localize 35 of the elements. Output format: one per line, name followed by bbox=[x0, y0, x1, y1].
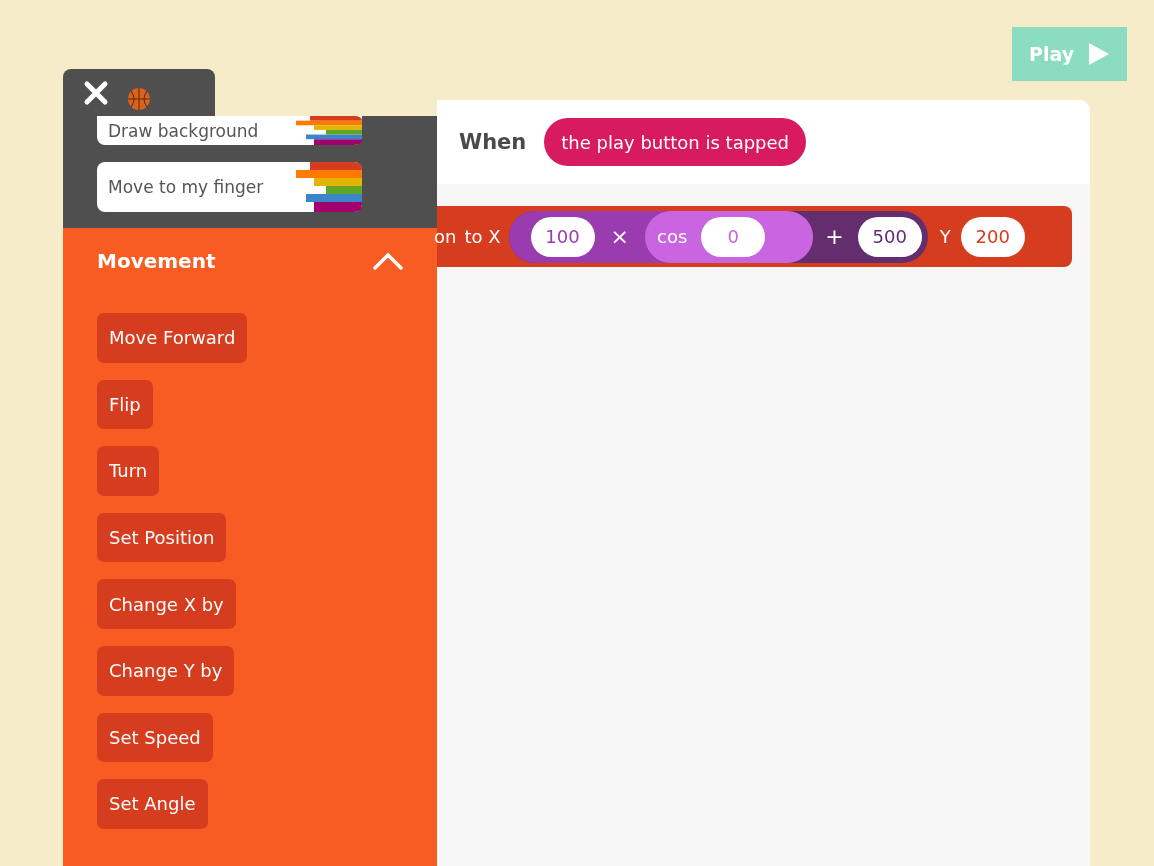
chevron-icon[interactable] bbox=[373, 252, 403, 270]
code-block[interactable]: Set Position bbox=[97, 512, 227, 563]
value-field[interactable]: 0 bbox=[701, 216, 766, 257]
block-label: Move to my finger bbox=[108, 177, 264, 197]
expression-block[interactable]: 100 × cos 0 + 500 bbox=[508, 210, 928, 263]
code-block[interactable]: Flip bbox=[97, 379, 153, 430]
value-field[interactable]: 100 bbox=[530, 216, 595, 257]
statement-label: to X bbox=[464, 226, 501, 247]
code-block[interactable]: Draw background bbox=[97, 116, 362, 145]
function-label: cos bbox=[657, 226, 688, 247]
close-icon[interactable] bbox=[83, 79, 109, 106]
code-block[interactable]: Change Y by bbox=[97, 645, 235, 696]
code-block[interactable]: Move to my finger bbox=[97, 162, 362, 212]
trigger-block[interactable]: the play button is tapped bbox=[544, 118, 807, 166]
rainbow-stripes-drawing bbox=[296, 162, 362, 212]
rainbow-stripes-drawing bbox=[296, 116, 362, 145]
block-label: Draw background bbox=[108, 120, 259, 141]
statement-label: Y bbox=[939, 226, 951, 247]
code-block[interactable]: Set Angle bbox=[97, 779, 208, 829]
operator-label: × bbox=[609, 224, 630, 249]
code-block[interactable]: Change X by bbox=[97, 579, 236, 629]
function-block[interactable]: cos 0 bbox=[645, 210, 814, 263]
statement-block[interactable]: on to X 100 × cos 0 + 500 Y 200 bbox=[437, 206, 1072, 267]
trigger-label: When bbox=[459, 130, 527, 154]
value-field[interactable]: 500 bbox=[857, 216, 922, 257]
basketball-icon bbox=[127, 86, 151, 111]
operator-label: + bbox=[824, 224, 845, 249]
play-icon bbox=[1088, 42, 1111, 66]
code-block[interactable]: Move Forward bbox=[97, 313, 248, 363]
code-block[interactable]: Turn bbox=[97, 446, 160, 496]
code-block[interactable]: Set Speed bbox=[97, 712, 213, 763]
category-title[interactable]: Movement bbox=[97, 249, 216, 273]
value-field[interactable]: 200 bbox=[960, 216, 1025, 257]
expression-block[interactable]: 100 × cos 0 bbox=[508, 210, 814, 263]
statement-label: on bbox=[434, 226, 457, 247]
